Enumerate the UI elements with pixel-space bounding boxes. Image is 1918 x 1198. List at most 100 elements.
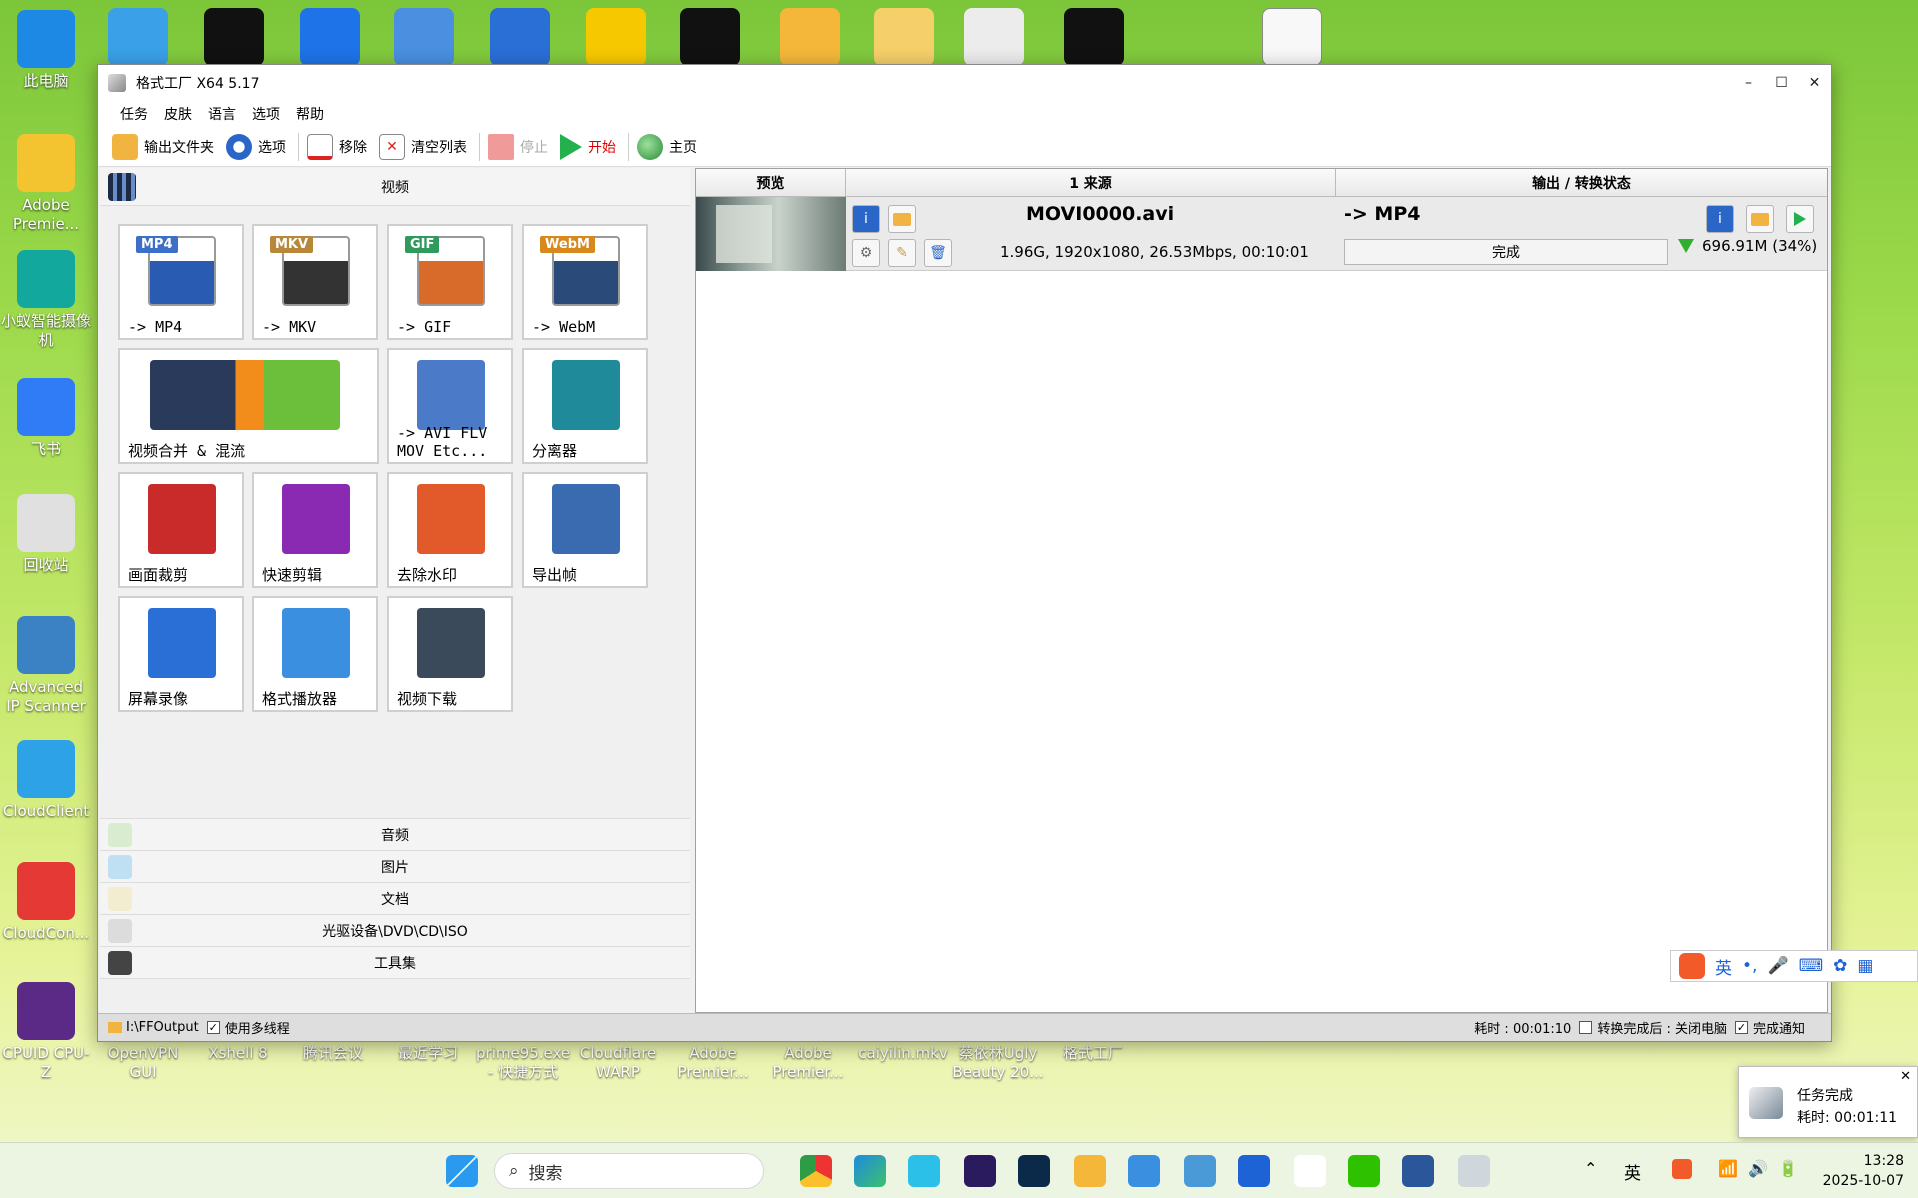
sogou-tray-icon[interactable] <box>1672 1159 1692 1179</box>
after-done-checkbox[interactable] <box>1579 1021 1593 1034</box>
desktop-icon[interactable]: 此电脑 <box>0 10 92 91</box>
pycharm-icon[interactable] <box>680 8 740 66</box>
photos-icon[interactable] <box>1128 1155 1160 1187</box>
task-row[interactable]: i ⚙ ✎ 🗑 MOVI0000.avi 1.96G, 1920x1080, 2… <box>696 197 1827 271</box>
desktop-icon-label[interactable]: Xshell 8 <box>191 1044 285 1063</box>
desktop-icon-label[interactable]: Adobe Premier... <box>761 1044 855 1082</box>
menu-skin[interactable]: 皮肤 <box>156 104 200 124</box>
folder-icon[interactable] <box>874 8 934 66</box>
menu-help[interactable]: 帮助 <box>288 104 332 124</box>
desktop-icon[interactable]: CloudCon... <box>0 862 92 943</box>
multithread-checkbox[interactable]: ✓ <box>206 1021 220 1034</box>
desktop-icon-label[interactable]: 最近学习 <box>381 1044 475 1063</box>
stop-button[interactable]: 停止 <box>488 131 548 163</box>
punctuation-icon[interactable]: •, <box>1742 956 1757 976</box>
tile-gif[interactable]: GIF -> GIF <box>387 224 513 340</box>
tile-quick-cut[interactable]: 快速剪辑 <box>252 472 378 588</box>
top-shortcut-icon[interactable] <box>108 8 168 66</box>
tray-chevron-icon[interactable]: ⌃ <box>1584 1159 1597 1178</box>
security-icon[interactable] <box>1238 1155 1270 1187</box>
toast-close-icon[interactable]: ✕ <box>1900 1069 1911 1084</box>
qq-icon[interactable] <box>204 8 264 66</box>
desktop-icon[interactable]: 小蚁智能摄像机 <box>0 250 92 350</box>
skin-icon[interactable]: ✿ <box>1833 956 1847 976</box>
player-icon[interactable] <box>586 8 646 66</box>
microphone-icon[interactable]: 🎤 <box>1767 956 1788 976</box>
desktop-icon[interactable]: Adobe Premie... <box>0 134 92 234</box>
col-output-status[interactable]: 输出 / 转换状态 <box>1336 169 1827 196</box>
maximize-button[interactable]: ☐ <box>1765 65 1798 101</box>
trash-icon[interactable]: 🗑 <box>924 239 952 267</box>
output-path[interactable]: I:\FFOutput <box>126 1020 199 1035</box>
section-rom-device[interactable]: 光驱设备\DVD\CD\ISO <box>100 915 690 947</box>
windows-start-icon[interactable] <box>446 1155 478 1187</box>
battery-icon[interactable]: 🔋 <box>1778 1159 1798 1178</box>
desktop-icon[interactable]: 飞书 <box>0 378 92 459</box>
chart-icon[interactable] <box>394 8 454 66</box>
settings-icon[interactable] <box>964 8 1024 66</box>
photoshop-icon[interactable] <box>1018 1155 1050 1187</box>
close-button[interactable]: ✕ <box>1798 65 1831 101</box>
remove-button[interactable]: 移除 <box>307 131 367 163</box>
section-toolbox[interactable]: 工具集 <box>100 947 690 979</box>
section-video[interactable]: 视频 <box>100 168 690 206</box>
desktop-icon-label[interactable]: Cloudflare WARP <box>571 1044 665 1082</box>
volume-icon[interactable]: 🔊 <box>1748 1159 1768 1178</box>
output-folder-icon[interactable] <box>1746 205 1774 233</box>
wechat-icon[interactable] <box>1348 1155 1380 1187</box>
ime-mode[interactable]: 英 <box>1715 954 1732 979</box>
section-document[interactable]: 文档 <box>100 883 690 915</box>
desktop-icon[interactable]: CloudClient <box>0 740 92 821</box>
tile-avi-flv-mov[interactable]: -> AVI FLV MOV Etc... <box>387 348 513 464</box>
notify-checkbox[interactable]: ✓ <box>1734 1021 1748 1034</box>
output-folder-button[interactable]: 输出文件夹 <box>112 131 214 163</box>
word-icon[interactable] <box>1402 1155 1434 1187</box>
desktop-icon-label[interactable]: Adobe Premier... <box>666 1044 760 1082</box>
clock[interactable]: 13:28 2025-10-07 <box>1823 1151 1904 1191</box>
desktop-icon[interactable]: Advanced IP Scanner <box>0 616 92 716</box>
section-audio[interactable]: 音频 <box>100 819 690 851</box>
format-factory-icon[interactable] <box>1458 1155 1490 1187</box>
desktop-icon-label[interactable]: prime95.exe - 快捷方式 <box>476 1044 570 1082</box>
desktop-icon[interactable]: 回收站 <box>0 494 92 575</box>
search-box[interactable]: ⌕ 搜索 <box>494 1153 764 1189</box>
file-explorer-icon[interactable] <box>1074 1155 1106 1187</box>
tile-player[interactable]: 格式播放器 <box>252 596 378 712</box>
tile-video-download[interactable]: 视频下载 <box>387 596 513 712</box>
folder-icon[interactable] <box>780 8 840 66</box>
ime-toolbar[interactable]: 英 •, 🎤 ⌨ ✿ ▦ <box>1670 950 1918 982</box>
document-icon[interactable] <box>1262 8 1322 66</box>
minimize-button[interactable]: – <box>1732 65 1765 101</box>
chrome-icon[interactable] <box>800 1155 832 1187</box>
tile-mp4[interactable]: MP4 -> MP4 <box>118 224 244 340</box>
desktop-icon-label[interactable]: OpenVPN GUI <box>96 1044 190 1082</box>
tile-remove-watermark[interactable]: 去除水印 <box>387 472 513 588</box>
desktop-icon-label[interactable]: 蔡依林Ugly Beauty 20... <box>951 1044 1045 1082</box>
menu-task[interactable]: 任务 <box>112 104 156 124</box>
desktop-icon-label[interactable]: 腾讯会议 <box>286 1044 380 1063</box>
tile-crop[interactable]: 画面裁剪 <box>118 472 244 588</box>
notification-toast[interactable]: ✕ 任务完成 耗时: 00:01:11 <box>1738 1066 1918 1138</box>
info-icon[interactable]: i <box>852 205 880 233</box>
desktop-icon-label[interactable]: 格式工厂 <box>1046 1044 1140 1063</box>
wifi-icon[interactable]: 📶 <box>1718 1159 1738 1178</box>
keyboard-icon[interactable]: ⌨ <box>1799 956 1824 976</box>
desktop-icon[interactable]: CPUID CPU-Z <box>0 982 92 1082</box>
remote-desktop-icon[interactable] <box>1184 1155 1216 1187</box>
col-preview[interactable]: 预览 <box>696 169 846 196</box>
start-button[interactable]: 开始 <box>560 131 616 163</box>
options-button[interactable]: 选项 <box>226 131 286 163</box>
menu-options[interactable]: 选项 <box>244 104 288 124</box>
tile-mkv[interactable]: MKV -> MKV <box>252 224 378 340</box>
open-folder-icon[interactable] <box>888 205 916 233</box>
baidu-netdisk-icon[interactable] <box>1294 1155 1326 1187</box>
apps-icon[interactable]: ▦ <box>1857 956 1873 976</box>
home-button[interactable]: 主页 <box>637 131 697 163</box>
app-icon[interactable] <box>908 1155 940 1187</box>
video-player-icon[interactable] <box>490 8 550 66</box>
premiere-icon[interactable] <box>964 1155 996 1187</box>
menu-language[interactable]: 语言 <box>200 104 244 124</box>
tile-merge[interactable]: 视频合并 & 混流 <box>118 348 379 464</box>
play-output-icon[interactable] <box>1786 205 1814 233</box>
iqiyi-icon[interactable] <box>300 8 360 66</box>
